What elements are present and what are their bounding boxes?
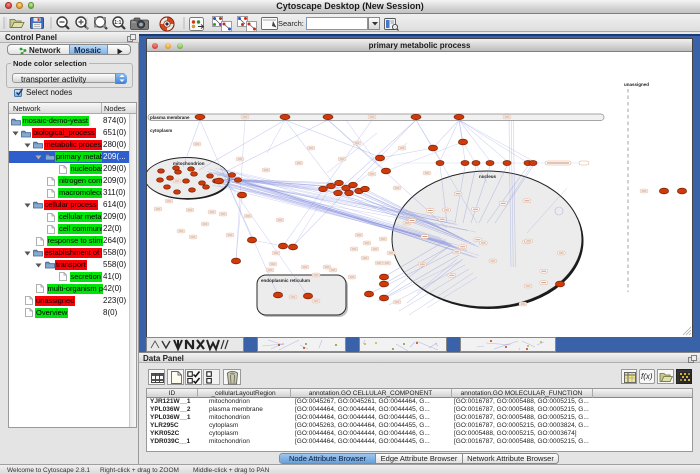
svg-text:nucleus: nucleus [479,174,497,179]
svg-text:plasma membrane: plasma membrane [150,115,190,120]
svg-text:mitochondrion: mitochondrion [173,161,205,166]
svg-text:unassigned: unassigned [624,82,649,87]
svg-text:1:1: 1:1 [114,20,121,26]
svg-text:endoplasmic reticulum: endoplasmic reticulum [261,278,310,283]
svg-text:cytoplasm: cytoplasm [150,128,172,133]
